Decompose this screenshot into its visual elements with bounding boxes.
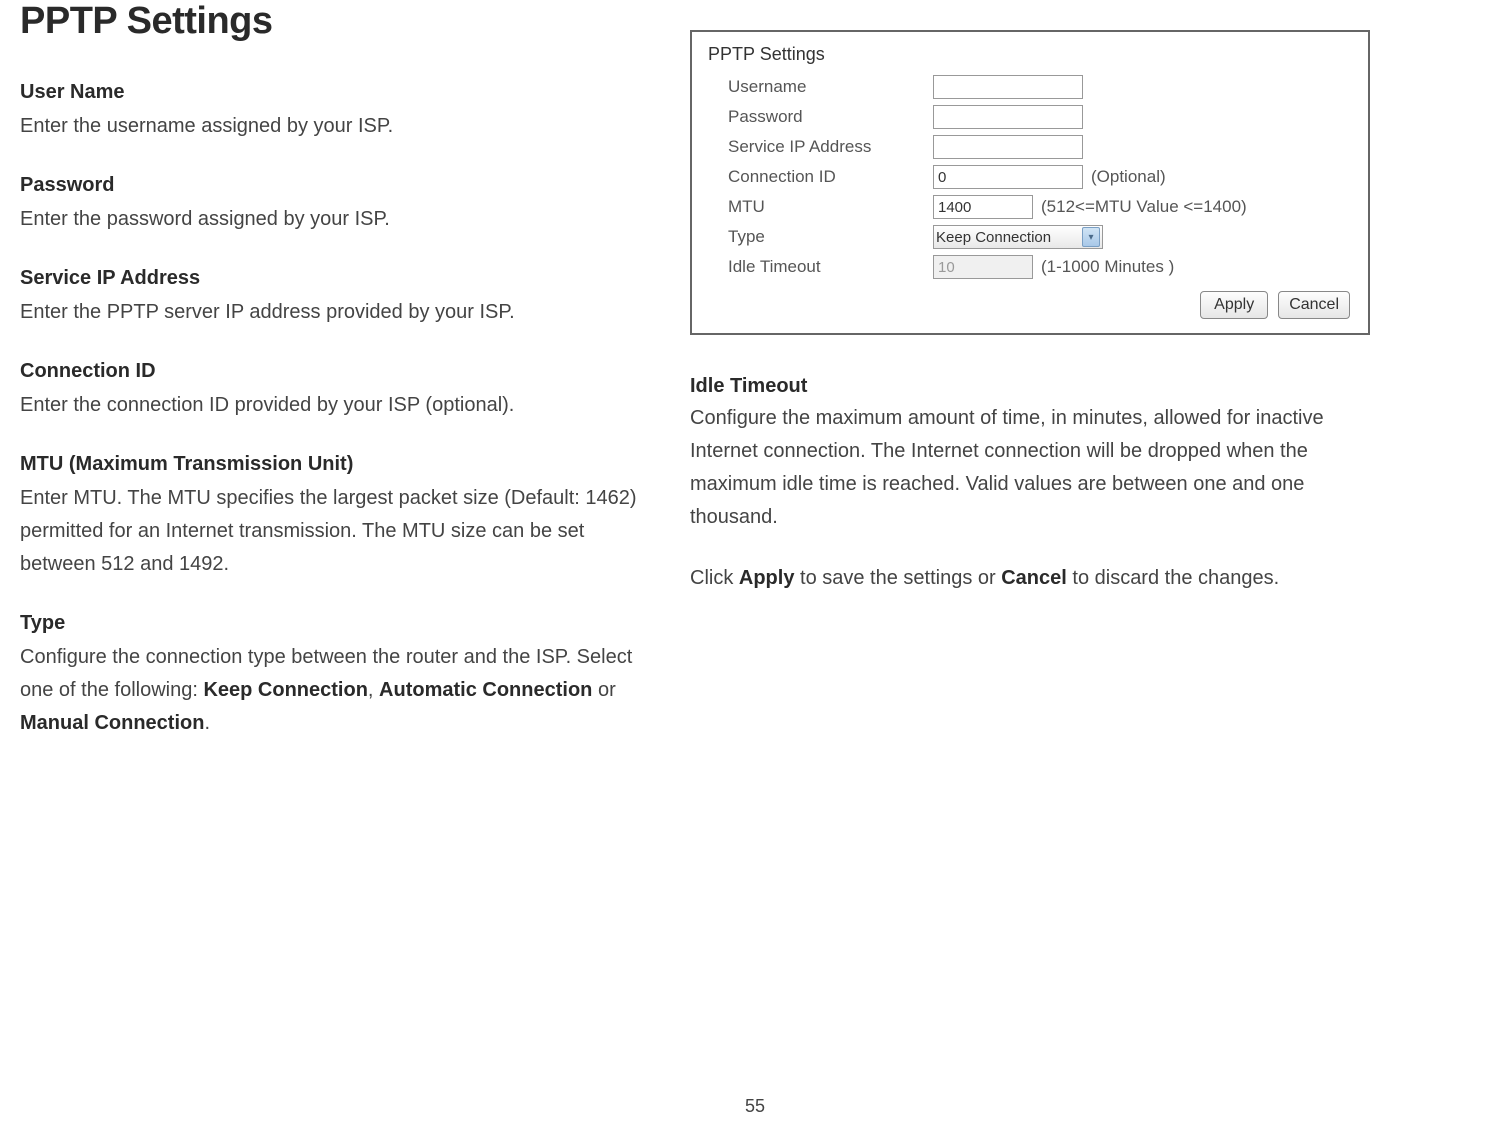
row-type: Type Keep Connection ▾ [710,225,1350,249]
section-password: Password Enter the password assigned by … [20,171,640,236]
section-title: Type [20,609,640,637]
note-cancel: Cancel [1001,567,1067,589]
connection-id-input[interactable] [933,165,1083,189]
type-option: Manual Connection [20,712,204,734]
section-body: Enter the password assigned by your ISP. [20,203,640,236]
section-title: Idle Timeout [690,375,1370,398]
panel-buttons: Apply Cancel [710,291,1350,319]
type-sep: , [368,679,379,701]
row-service-ip: Service IP Address [710,135,1350,159]
note-mid: to save the settings or [794,567,1001,589]
type-option: Keep Connection [203,679,367,701]
section-connection-id: Connection ID Enter the connection ID pr… [20,357,640,422]
apply-cancel-note: Click Apply to save the settings or Canc… [690,562,1370,595]
label-type: Type [728,227,933,247]
hint-connection-id: (Optional) [1091,167,1166,187]
row-password: Password [710,105,1350,129]
section-body: Enter the connection ID provided by your… [20,389,640,422]
page-title: PPTP Settings [20,0,640,43]
username-input[interactable] [933,75,1083,99]
label-idle-timeout: Idle Timeout [728,257,933,277]
service-ip-input[interactable] [933,135,1083,159]
note-apply: Apply [739,567,795,589]
type-option: Automatic Connection [379,679,592,701]
label-mtu: MTU [728,197,933,217]
label-password: Password [728,107,933,127]
label-connection-id: Connection ID [728,167,933,187]
type-select[interactable]: Keep Connection ▾ [933,225,1103,249]
section-body: Enter the PPTP server IP address provide… [20,296,640,329]
section-title: MTU (Maximum Transmission Unit) [20,450,640,478]
type-suffix: . [204,712,210,734]
section-mtu: MTU (Maximum Transmission Unit) Enter MT… [20,450,640,581]
pptp-settings-panel: PPTP Settings Username Password Service … [690,30,1370,335]
right-column: PPTP Settings Username Password Service … [690,0,1370,768]
section-service-ip: Service IP Address Enter the PPTP server… [20,264,640,329]
section-body: Enter the username assigned by your ISP. [20,110,640,143]
note-prefix: Click [690,567,739,589]
row-idle-timeout: Idle Timeout (1-1000 Minutes ) [710,255,1350,279]
section-body: Enter MTU. The MTU specifies the largest… [20,482,640,581]
section-type: Type Configure the connection type betwe… [20,609,640,740]
left-column: PPTP Settings User Name Enter the userna… [20,0,640,768]
row-mtu: MTU (512<=MTU Value <=1400) [710,195,1350,219]
panel-title: PPTP Settings [708,44,1350,65]
row-username: Username [710,75,1350,99]
type-sep: or [592,679,615,701]
hint-idle-timeout: (1-1000 Minutes ) [1041,257,1174,277]
section-title: Service IP Address [20,264,640,292]
password-input[interactable] [933,105,1083,129]
apply-button[interactable]: Apply [1200,291,1268,319]
section-body: Configure the maximum amount of time, in… [690,402,1370,534]
section-title: User Name [20,78,640,106]
note-suffix: to discard the changes. [1067,567,1279,589]
label-username: Username [728,77,933,97]
section-username: User Name Enter the username assigned by… [20,78,640,143]
hint-mtu: (512<=MTU Value <=1400) [1041,197,1247,217]
type-select-value: Keep Connection [936,229,1051,246]
section-title: Connection ID [20,357,640,385]
label-service-ip: Service IP Address [728,137,933,157]
section-idle-timeout: Idle Timeout Configure the maximum amoun… [690,375,1370,534]
section-body: Configure the connection type between th… [20,641,640,740]
row-connection-id: Connection ID (Optional) [710,165,1350,189]
chevron-down-icon: ▾ [1082,227,1100,247]
mtu-input[interactable] [933,195,1033,219]
page-number: 55 [745,1096,765,1117]
section-title: Password [20,171,640,199]
cancel-button[interactable]: Cancel [1278,291,1350,319]
idle-timeout-input[interactable] [933,255,1033,279]
